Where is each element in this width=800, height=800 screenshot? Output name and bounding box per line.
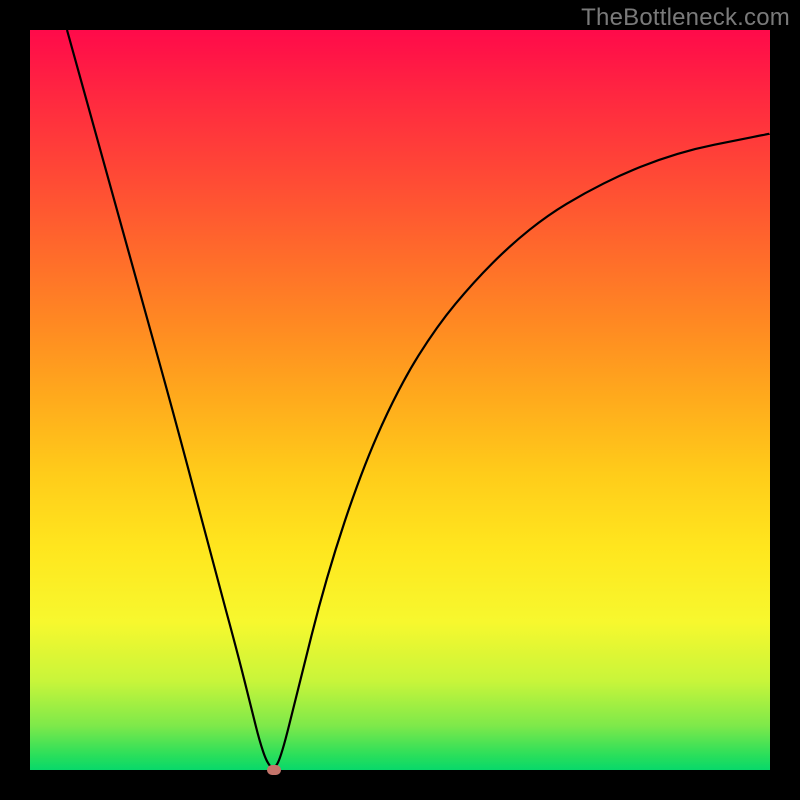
curve-path — [67, 30, 770, 768]
chart-frame: TheBottleneck.com — [0, 0, 800, 800]
minimum-marker — [267, 765, 281, 775]
plot-area — [30, 30, 770, 770]
watermark-text: TheBottleneck.com — [581, 4, 790, 32]
bottleneck-curve — [30, 30, 770, 770]
